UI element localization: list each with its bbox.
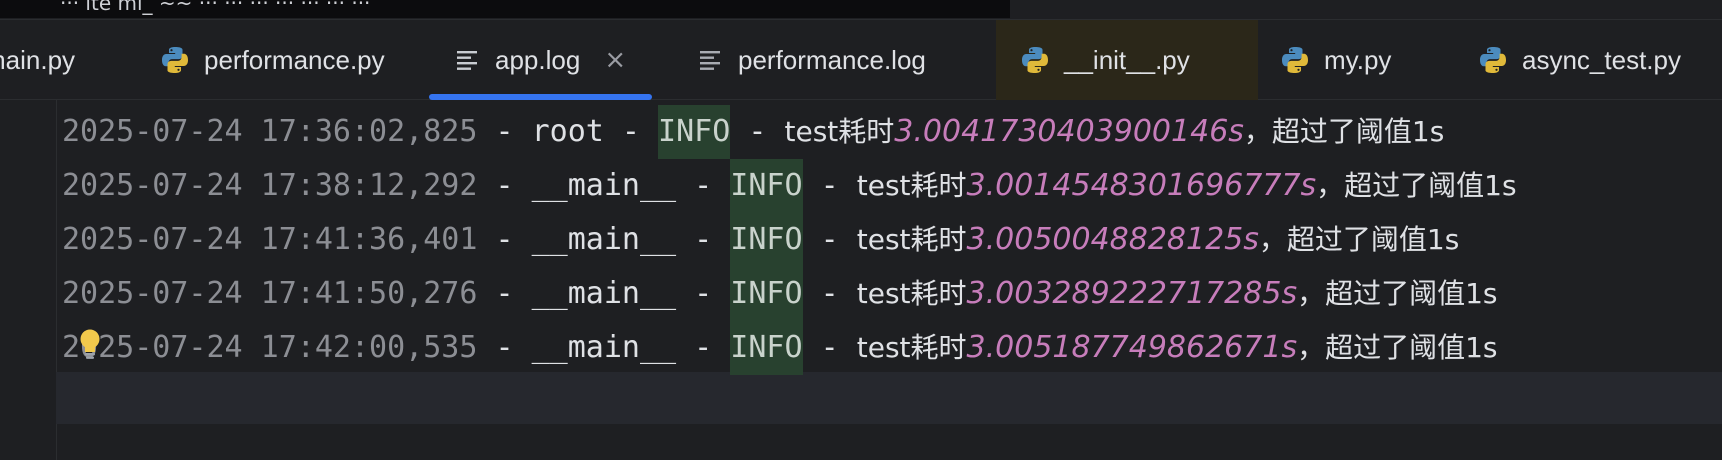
breadcrumb-bar: ··· ite ml_ ~~ ··· ··· ··· ··· ··· ··· ·… (0, 0, 1010, 18)
log-duration: 3.0041730403900146s (894, 114, 1244, 149)
tab-label: my.py (1324, 44, 1392, 75)
log-duration: 3.005187749862671s (966, 330, 1298, 365)
log-level: INFO (658, 105, 731, 159)
log-duration: 3.0014548301696777s (966, 168, 1317, 203)
log-level: INFO (730, 321, 803, 375)
tab-label: main.py (0, 44, 76, 75)
tab-label: performance.log (738, 44, 926, 75)
log-timestamp: 2025-07-24 17:38:12,292 (62, 168, 478, 203)
log-line[interactable]: 2025-07-24 17:42:00,535 - __main__ - INF… (62, 321, 1497, 375)
log-message: test耗时 (856, 331, 967, 364)
tab-performance-log[interactable]: performance.log (698, 20, 926, 100)
tab-label: performance.py (204, 44, 385, 75)
tab-label: __init__.py (1064, 44, 1190, 75)
log-editor[interactable]: 2025-07-24 17:36:02,825 - root - INFO - … (0, 100, 1722, 460)
python-icon (1478, 45, 1508, 75)
python-icon (160, 45, 190, 75)
log-message-suffix: ，超过了阈值1s (1297, 277, 1498, 310)
tab-init-py[interactable]: __init__.py (996, 20, 1258, 100)
python-icon (1280, 45, 1310, 75)
log-message-suffix: ，超过了阈值1s (1243, 115, 1445, 148)
log-message: test耗时 (856, 223, 967, 256)
log-logger: __main__ (531, 222, 677, 257)
current-line-highlight (56, 372, 1722, 424)
python-icon (1020, 45, 1050, 75)
log-duration: 3.0050048828125s (966, 222, 1259, 257)
log-logger: __main__ (531, 168, 677, 203)
log-message-suffix: ，超过了阈值1s (1297, 331, 1498, 364)
editor-gutter[interactable] (0, 100, 57, 460)
log-level: INFO (730, 213, 803, 267)
log-logger: __main__ (531, 276, 677, 311)
tab-label: app.log (495, 44, 581, 75)
tab-label: async_test.py (1522, 44, 1681, 75)
log-message: test耗时 (784, 115, 895, 148)
log-logger: __main__ (531, 330, 677, 365)
tab-my-py[interactable]: my.py (1280, 20, 1391, 100)
log-timestamp: 2025-07-24 17:42:00,535 (62, 330, 478, 365)
tab-main-py[interactable]: main.py (0, 20, 75, 100)
breadcrumb[interactable]: ··· ite ml_ ~~ ··· ··· ··· ··· ··· ··· ·… (60, 0, 370, 15)
top-strip: ··· ite ml_ ~~ ··· ··· ··· ··· ··· ··· ·… (0, 0, 1722, 20)
log-message: test耗时 (856, 277, 967, 310)
log-duration: 3.003289222717285s (966, 276, 1298, 311)
log-logger: root (531, 114, 604, 149)
lightbulb-icon[interactable] (78, 328, 102, 360)
tab-app-log[interactable]: app.log × (429, 20, 653, 100)
close-tab-icon[interactable]: × (604, 47, 626, 73)
log-line[interactable]: 2025-07-24 17:36:02,825 - root - INFO - … (62, 105, 1444, 159)
tab-async-test-py[interactable]: async_test.py (1478, 20, 1681, 100)
log-line[interactable]: 2025-07-24 17:41:50,276 - __main__ - INF… (62, 267, 1497, 321)
log-timestamp: 2025-07-24 17:36:02,825 (62, 114, 478, 149)
log-message-suffix: ，超过了阈值1s (1258, 223, 1460, 256)
log-message: test耗时 (856, 169, 967, 202)
log-timestamp: 2025-07-24 17:41:36,401 (62, 222, 478, 257)
editor-tab-bar: main.py performance.py app.log × (0, 20, 1722, 100)
log-line[interactable]: 2025-07-24 17:38:12,292 - __main__ - INF… (62, 159, 1517, 213)
log-level: INFO (730, 159, 803, 213)
log-file-icon (455, 47, 481, 73)
log-line[interactable]: 2025-07-24 17:41:36,401 - __main__ - INF… (62, 213, 1459, 267)
tab-performance-py[interactable]: performance.py (160, 20, 385, 100)
log-timestamp: 2025-07-24 17:41:50,276 (62, 276, 478, 311)
log-level: INFO (730, 267, 803, 321)
log-file-icon (698, 47, 724, 73)
log-message-suffix: ，超过了阈值1s (1316, 169, 1517, 202)
